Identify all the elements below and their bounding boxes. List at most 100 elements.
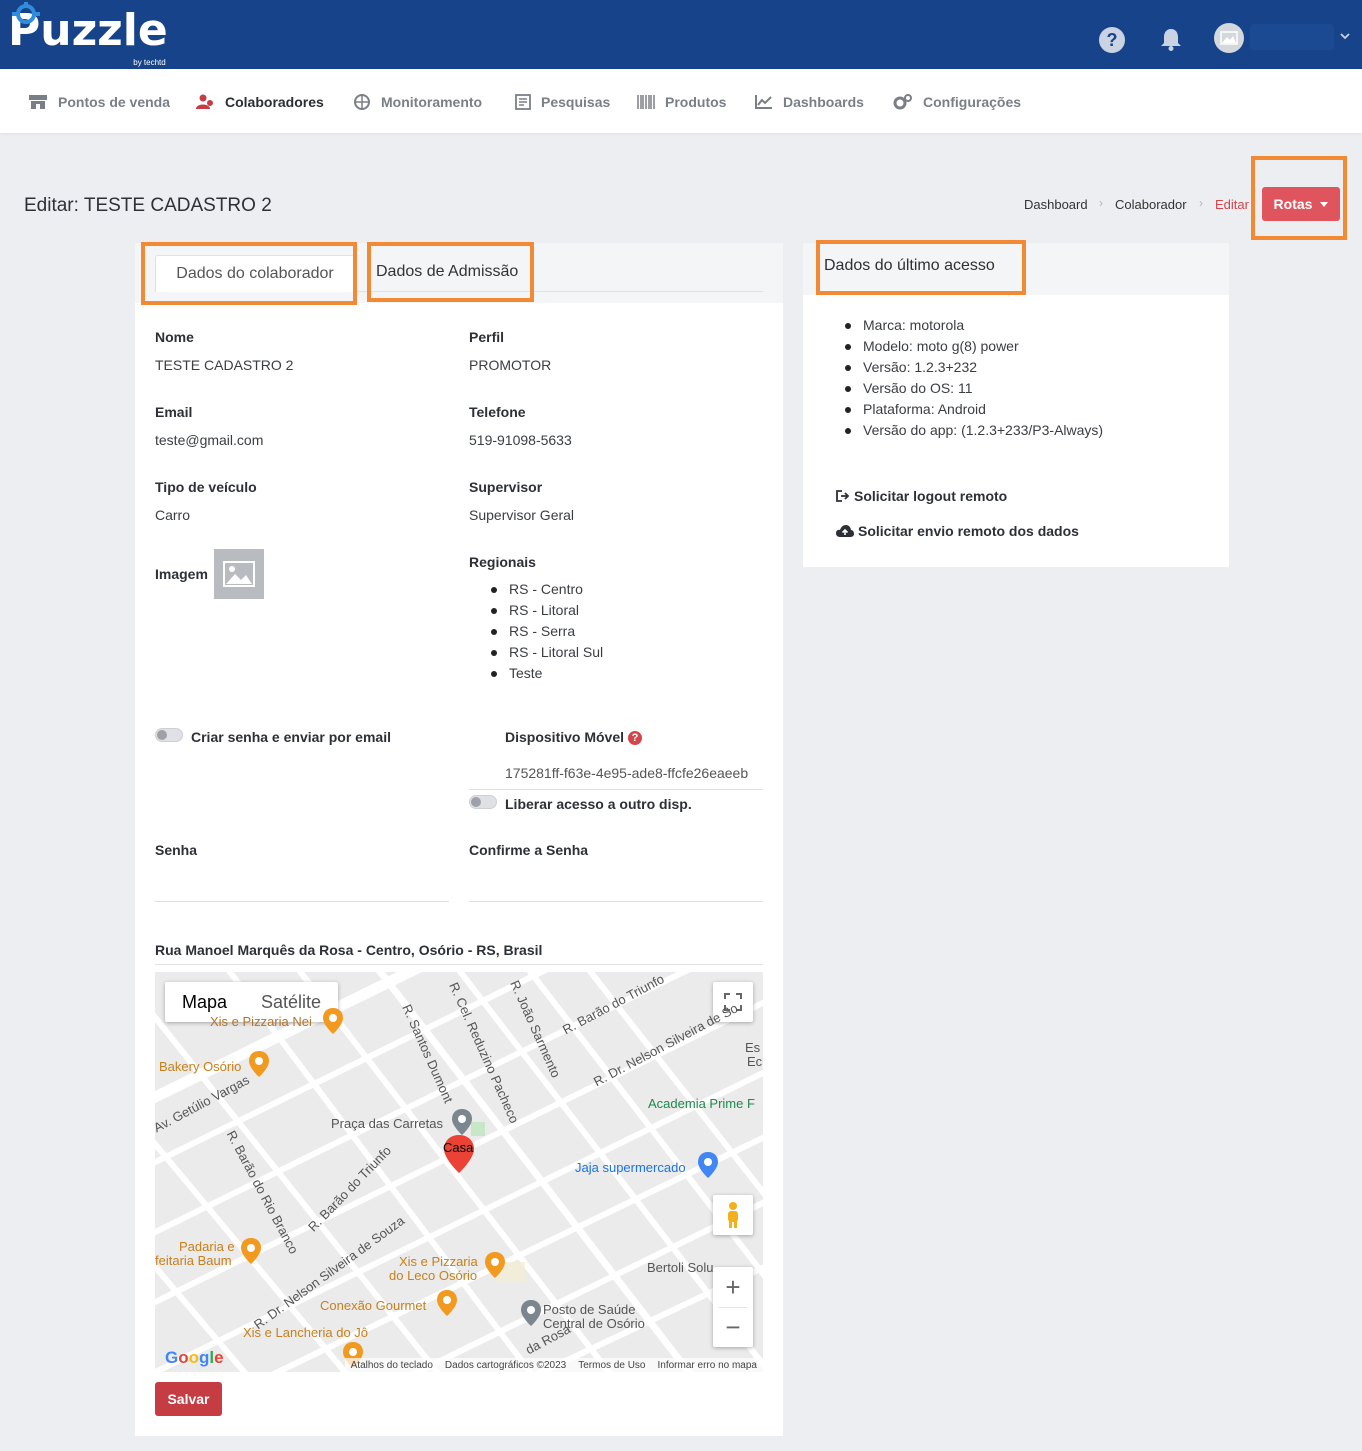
save-button[interactable]: Salvar [155, 1382, 222, 1416]
nav-item-pesquisas[interactable]: Pesquisas [515, 92, 610, 112]
liberar-acesso-toggle[interactable] [469, 795, 497, 809]
highlight-box [141, 242, 357, 305]
senha-label: Senha [155, 842, 198, 858]
shopping-marker-icon[interactable] [698, 1152, 718, 1178]
colaborador-card: Dados do colaborador Dados de Admissão N… [135, 243, 783, 1436]
access-info-list: Marca: motorola Modelo: moto g(8) power … [843, 315, 1103, 441]
map-poi-label[interactable]: feitaria Baum [155, 1253, 232, 1268]
nav-label: Colaboradores [225, 94, 324, 110]
breadcrumb-colaborador[interactable]: Colaborador [1115, 197, 1187, 212]
map-poi-label[interactable]: Bertoli Solu [647, 1260, 713, 1275]
map-poi-label[interactable]: Xis e Lancheria do Jô [243, 1325, 368, 1340]
restaurant-marker-icon[interactable] [485, 1252, 505, 1278]
senha-underline [155, 901, 449, 902]
nome-label: Nome [155, 329, 194, 345]
top-bar: Puzzle by techtd ? [0, 0, 1362, 69]
map-poi-label[interactable]: Praça das Carretas [331, 1116, 443, 1131]
criar-senha-toggle[interactable] [155, 728, 183, 742]
list-item: Versão do app: (1.2.3+233/P3-Always) [843, 420, 1103, 441]
regionais-list: RS - Centro RS - Litoral RS - Serra RS -… [489, 579, 603, 684]
list-item: Versão do OS: 11 [843, 378, 1103, 399]
nav-item-pontos-de-venda[interactable]: Pontos de venda [28, 92, 170, 112]
restaurant-marker-icon[interactable] [437, 1290, 457, 1316]
map-footer: Atalhos do teclado Dados cartográficos ©… [344, 1358, 763, 1372]
image-placeholder-icon [1220, 31, 1238, 45]
confirme-senha-label: Confirme a Senha [469, 842, 589, 858]
landmark-marker-icon[interactable] [452, 1109, 472, 1135]
restaurant-marker-icon[interactable] [241, 1238, 261, 1264]
dispositivo-label: Dispositivo Móvel? [505, 729, 643, 745]
criar-senha-label: Criar senha e enviar por email [191, 729, 391, 745]
avatar[interactable] [1214, 23, 1244, 53]
highlight-box [816, 240, 1026, 295]
marker-label: Casa [443, 1140, 474, 1155]
map-footer-link[interactable]: Termos de Uso [578, 1360, 645, 1371]
nav-item-produtos[interactable]: Produtos [637, 92, 726, 112]
veiculo-label: Tipo de veículo [155, 479, 257, 495]
confirme-senha-input[interactable] [469, 873, 763, 901]
email-value: teste@gmail.com [155, 432, 264, 448]
street-view-pegman-icon[interactable] [713, 1195, 753, 1235]
app-logo[interactable]: Puzzle by techtd [8, 2, 168, 67]
survey-icon [515, 94, 531, 110]
nav-item-monitoramento[interactable]: Monitoramento [353, 92, 482, 112]
crosshair-icon [354, 94, 370, 110]
veiculo-value: Carro [155, 507, 191, 523]
nav-item-colaboradores[interactable]: Colaboradores [195, 92, 324, 112]
map-poi-label[interactable]: Xis e Pizzaria [399, 1254, 478, 1269]
regionais-label: Regionais [469, 554, 536, 570]
telefone-label: Telefone [469, 404, 526, 420]
list-item: Marca: motorola [843, 315, 1103, 336]
map-poi-label[interactable]: Academia Prime F [648, 1096, 755, 1111]
supervisor-label: Supervisor [469, 479, 543, 495]
confirme-senha-underline [469, 901, 763, 902]
nav-label: Configurações [923, 94, 1022, 110]
map-footer-link[interactable]: Informar erro no mapa [658, 1360, 758, 1371]
breadcrumb-separator: › [1199, 196, 1203, 210]
map-poi-label[interactable]: Bakery Osório [159, 1059, 241, 1074]
map-poi-label[interactable]: Posto de Saúde [543, 1302, 636, 1317]
page-title: Editar: TESTE CADASTRO 2 [24, 195, 272, 216]
username-redacted[interactable] [1250, 24, 1334, 50]
nav-item-configuracoes[interactable]: Configurações [893, 92, 1021, 112]
list-item: Teste [489, 663, 603, 684]
envio-remoto-link[interactable]: Solicitar envio remoto dos dados [836, 523, 1079, 539]
zoom-in-icon[interactable]: + [713, 1267, 753, 1307]
restaurant-marker-icon[interactable] [323, 1008, 343, 1034]
logo-subtitle: by techtd [133, 58, 166, 67]
location-map[interactable]: Mapa Satélite + − Xis e Pizzaria Nei Bak… [155, 972, 763, 1372]
colaborador-image[interactable] [214, 549, 264, 599]
logout-remoto-link[interactable]: Solicitar logout remoto [836, 488, 1007, 504]
map-poi-label[interactable]: Xis e Pizzaria Nei [210, 1014, 312, 1029]
highlight-box [367, 242, 534, 302]
map-poi-label[interactable]: Padaria e [179, 1239, 235, 1254]
map-poi-label[interactable]: Jaja supermercado [575, 1160, 686, 1175]
cafe-marker-icon[interactable] [249, 1051, 269, 1077]
help-icon[interactable]: ? [1099, 27, 1125, 53]
zoom-controls: + − [713, 1267, 753, 1347]
liberar-acesso-label: Liberar acesso a outro disp. [505, 796, 692, 812]
image-placeholder-icon [223, 561, 255, 587]
puzzle-gear-icon [12, 2, 40, 24]
question-circle-icon[interactable]: ? [628, 731, 643, 745]
health-marker-icon[interactable] [521, 1300, 541, 1326]
address-underline [155, 964, 763, 965]
sign-out-icon [836, 490, 850, 502]
nav-item-dashboards[interactable]: Dashboards [755, 92, 864, 112]
nome-value: TESTE CADASTRO 2 [155, 357, 294, 373]
dispositivo-label-text: Dispositivo Móvel [505, 729, 625, 745]
map-footer-link[interactable]: Atalhos do teclado [351, 1360, 433, 1371]
list-item: RS - Serra [489, 621, 603, 642]
map-poi-label[interactable]: do Leco Osório [389, 1268, 477, 1283]
barcode-icon [637, 95, 655, 109]
map-poi-label[interactable]: Conexão Gourmet [320, 1298, 426, 1313]
list-item: Plataforma: Android [843, 399, 1103, 420]
bell-icon[interactable] [1158, 26, 1184, 52]
zoom-out-icon[interactable]: − [713, 1308, 753, 1347]
senha-input[interactable] [155, 873, 449, 901]
breadcrumb-dashboard[interactable]: Dashboard [1024, 197, 1088, 212]
main-nav: Pontos de venda Colaboradores Monitorame… [0, 69, 1362, 133]
perfil-value: PROMOTOR [469, 357, 552, 373]
cloud-upload-icon [836, 524, 854, 537]
chevron-down-icon[interactable] [1340, 31, 1350, 41]
